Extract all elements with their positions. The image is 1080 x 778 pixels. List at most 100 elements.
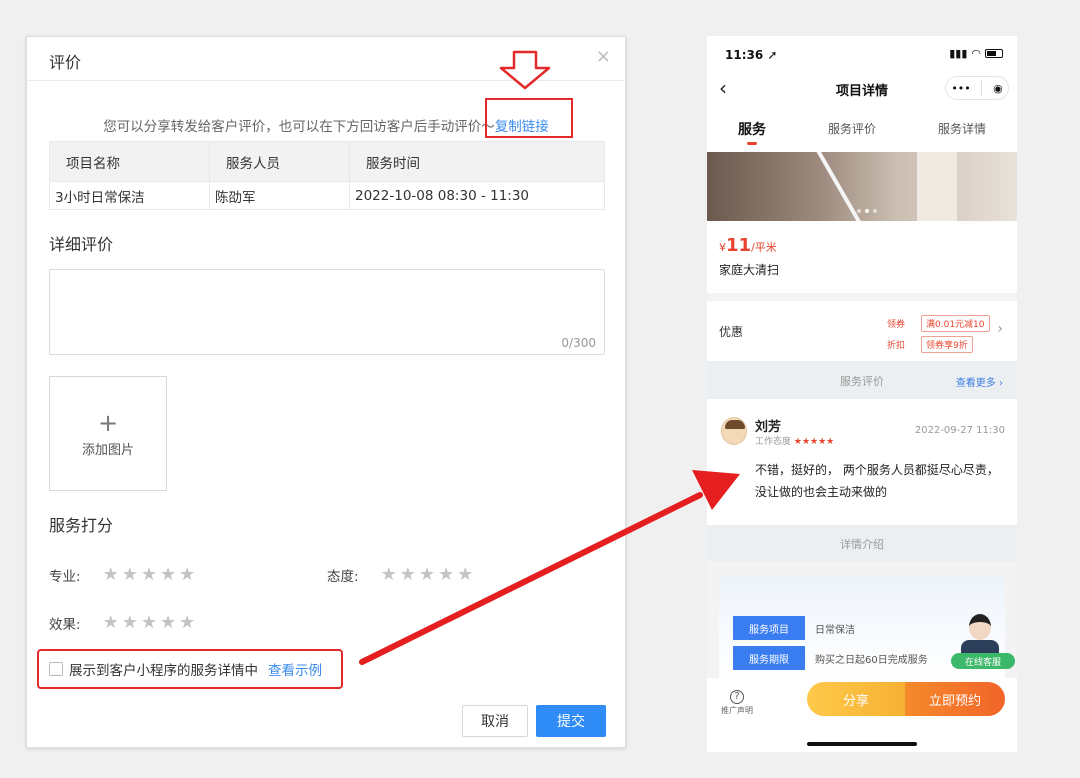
promo-tag: 折扣: [887, 341, 906, 351]
price-value: 11: [726, 235, 752, 256]
submit-button[interactable]: 提交: [536, 705, 606, 737]
capsule-divider: [981, 81, 983, 95]
bottom-action-bar: ? 推广声明 分享 立即预约: [707, 678, 1017, 752]
phone-preview: 11:36 ➚ ▮▮▮ ◠ ‹ 项目详情 ••• ◉ 服务 服务评价 服务详情 …: [707, 36, 1017, 752]
view-more-link[interactable]: 查看更多 ›: [956, 374, 1003, 389]
promo-row[interactable]: 优惠 领券 满0.01元减10 折扣 领券享9折 ›: [707, 301, 1017, 361]
detail-key: 服务期限: [733, 646, 805, 670]
evaluation-dialog: 评价 × 您可以分享转发给客户评价，也可以在下方回访客户后手动评价～复制链接 项…: [26, 36, 626, 748]
table-cell: 3小时日常保洁: [49, 181, 210, 210]
status-icons: ▮▮▮ ◠: [949, 47, 1003, 60]
wifi-icon: ◠: [971, 47, 981, 60]
cancel-button[interactable]: 取消: [462, 705, 528, 737]
down-arrow-annotation-icon: [499, 50, 551, 90]
avatar: [721, 417, 747, 445]
detail-row: 服务项目 日常保洁: [733, 616, 855, 640]
dialog-title: 评价: [49, 53, 82, 72]
more-icon[interactable]: •••: [951, 82, 970, 95]
star-icon: ★★★★★: [793, 437, 835, 447]
service-banner-image: [707, 152, 1017, 221]
detail-review-title: 详细评价: [49, 235, 114, 254]
price-card: ¥11/平米 家庭大清扫: [707, 221, 1017, 293]
online-service-button[interactable]: 在线客服: [951, 610, 1015, 676]
star-rating-attitude[interactable]: ★★★★★: [381, 564, 477, 585]
detail-section-header: 详情介绍: [707, 525, 1017, 561]
promotion-statement[interactable]: ? 推广声明: [717, 684, 757, 716]
review-textarea[interactable]: [50, 270, 604, 354]
book-now-button[interactable]: 立即预约: [905, 682, 1005, 716]
detail-tabs: 服务 服务评价 服务详情: [707, 106, 1017, 152]
plus-icon: +: [97, 409, 119, 437]
rating-label: 专业:: [49, 568, 81, 585]
price-unit: /平米: [751, 241, 777, 254]
banner-decoration: [814, 152, 864, 221]
status-time: 11:36 ➚: [725, 48, 778, 62]
rating-label: 态度:: [327, 568, 359, 585]
promo-tag: 领券: [887, 320, 906, 330]
signal-icon: ▮▮▮: [949, 47, 968, 60]
rating-effect: 效果: ★★★★★: [49, 612, 198, 633]
table-cell: 2022-10-08 08:30 - 11:30: [349, 181, 605, 210]
add-image-label: 添加图片: [81, 443, 134, 458]
agent-avatar-icon: [969, 614, 991, 640]
review-time: 2022-09-27 11:30: [914, 425, 1005, 436]
char-count: 0/300: [561, 336, 596, 350]
banner-dots: [857, 209, 877, 213]
service-info-table: 项目名称 服务人员 服务时间 3小时日常保洁 陈劭军 2022-10-08 08…: [49, 141, 605, 210]
price-symbol: ¥: [719, 241, 726, 254]
show-checkbox-label[interactable]: 展示到客户小程序的服务详情中: [69, 659, 258, 679]
home-indicator: [807, 742, 917, 746]
chevron-right-icon: ›: [997, 321, 1003, 337]
rating-attitude: 态度: ★★★★★: [327, 564, 476, 585]
status-bar: 11:36 ➚ ▮▮▮ ◠: [707, 36, 1017, 70]
rating-professional: 专业: ★★★★★: [49, 564, 198, 585]
table-header-row: 项目名称 服务人员 服务时间: [49, 141, 605, 182]
close-target-icon[interactable]: ◉: [993, 82, 1003, 95]
service-score-title: 服务打分: [49, 516, 114, 535]
attitude-label: 工作态度: [755, 437, 792, 447]
share-button[interactable]: 分享: [807, 682, 905, 716]
reviewer-name: 刘芳: [755, 420, 782, 435]
table-header-cell: 服务时间: [349, 141, 605, 182]
question-icon: ?: [730, 690, 744, 704]
show-checkbox[interactable]: [49, 662, 63, 676]
highlight-copy-link-box: [485, 98, 573, 138]
table-cell: 陈劭军: [209, 181, 350, 210]
promo-label: 优惠: [719, 325, 744, 339]
attitude-rating: 工作态度 ★★★★★: [755, 434, 834, 447]
tab-service[interactable]: 服务: [738, 106, 766, 152]
tab-service-review[interactable]: 服务评价: [828, 106, 876, 152]
price: ¥11/平米: [719, 235, 777, 256]
detail-value: 日常保洁: [815, 624, 855, 636]
tab-service-detail[interactable]: 服务详情: [938, 106, 986, 152]
battery-icon: [985, 49, 1003, 58]
detail-value: 购买之日起60日完成服务: [815, 654, 928, 666]
close-icon[interactable]: ×: [596, 47, 611, 67]
table-header-cell: 项目名称: [49, 141, 210, 182]
coupon-badge: 领券享9折: [921, 336, 973, 353]
share-text: 您可以分享转发给客户评价，也可以在下方回访客户后手动评价～: [103, 119, 495, 135]
banner-decoration: [917, 152, 957, 221]
review-section-header: 服务评价 查看更多 ›: [707, 361, 1017, 399]
detail-card: 服务项目 日常保洁 服务期限 购买之日起60日完成服务 在线客服: [719, 576, 1015, 680]
table-row: 3小时日常保洁 陈劭军 2022-10-08 08:30 - 11:30: [49, 181, 605, 210]
review-card: 刘芳 工作态度 ★★★★★ 2022-09-27 11:30 不错，挺好的， 两…: [707, 399, 1017, 525]
rating-label: 效果:: [49, 616, 81, 633]
nav-bar: ‹ 项目详情 ••• ◉: [707, 70, 1017, 106]
detail-key: 服务项目: [733, 616, 805, 640]
show-in-miniprogram-option: 展示到客户小程序的服务详情中 查看示例: [49, 659, 322, 679]
star-rating-effect[interactable]: ★★★★★: [103, 612, 199, 633]
online-service-label: 在线客服: [951, 653, 1015, 669]
detail-row: 服务期限 购买之日起60日完成服务: [733, 646, 928, 670]
add-image-button[interactable]: + 添加图片: [49, 376, 167, 491]
review-textarea-box: 0/300: [49, 269, 605, 355]
coupon-badge: 满0.01元减10: [921, 315, 990, 332]
view-example-link[interactable]: 查看示例: [268, 659, 322, 679]
service-name: 家庭大清扫: [719, 263, 780, 277]
miniprogram-capsule: ••• ◉: [945, 76, 1009, 100]
table-header-cell: 服务人员: [209, 141, 350, 182]
agent-body-icon: [961, 640, 999, 654]
promotion-statement-label: 推广声明: [721, 706, 753, 715]
review-text: 不错，挺好的， 两个服务人员都挺尽心尽责，没让做的也会主动来做的: [755, 463, 999, 499]
star-rating-professional[interactable]: ★★★★★: [103, 564, 199, 585]
